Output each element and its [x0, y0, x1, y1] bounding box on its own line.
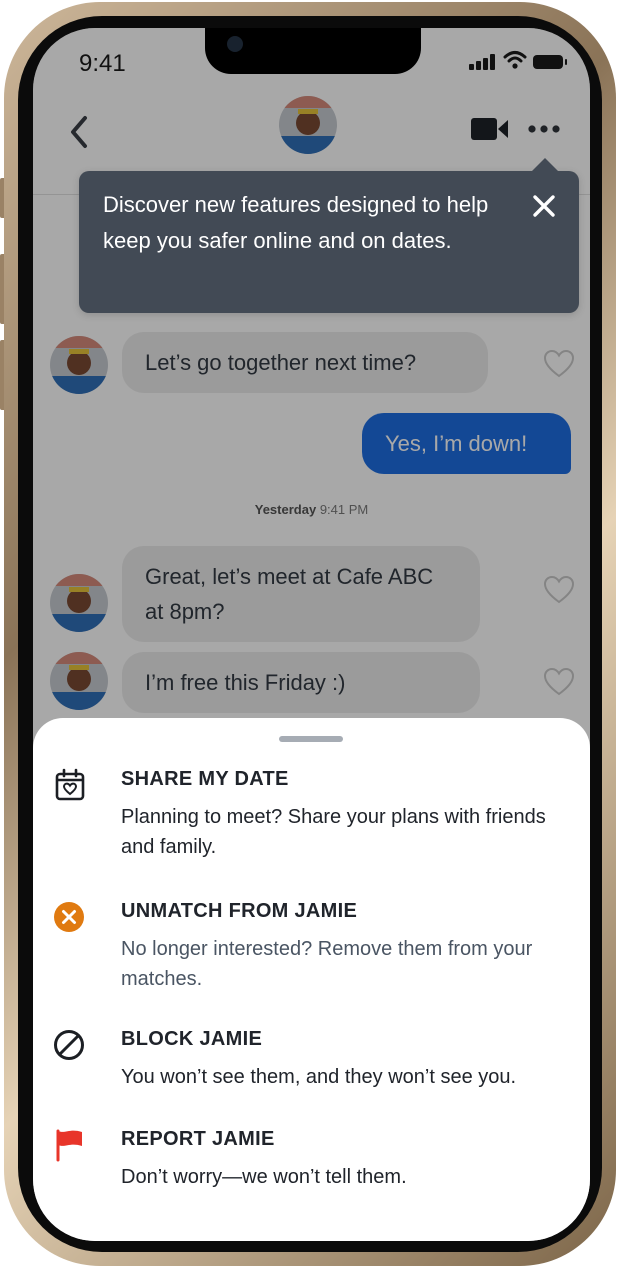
- option-title: REPORT JAMIE: [121, 1128, 275, 1150]
- status-bar: 9:41: [33, 28, 590, 88]
- safety-action-sheet: SHARE MY DATE Planning to meet? Share yo…: [33, 718, 590, 1241]
- option-title: SHARE MY DATE: [121, 768, 289, 790]
- option-title: UNMATCH FROM JAMIE: [121, 900, 358, 922]
- tooltip-text: Discover new features designed to help k…: [103, 192, 489, 253]
- close-icon[interactable]: [531, 193, 557, 219]
- wifi-icon: [503, 51, 527, 69]
- battery-icon: [533, 55, 567, 69]
- status-time: 9:41: [79, 50, 126, 77]
- block-icon: [54, 1030, 84, 1060]
- option-description: Planning to meet? Share your plans with …: [121, 806, 546, 858]
- option-description: No longer interested? Remove them from y…: [121, 938, 533, 990]
- safety-tooltip: Discover new features designed to help k…: [79, 158, 579, 313]
- option-description: Don’t worry—we won’t tell them.: [121, 1166, 407, 1188]
- unmatch-x-icon: [54, 902, 84, 932]
- app-screen: 9:41 Let’s go together next time? Yes, I…: [33, 28, 590, 1241]
- sheet-grabber[interactable]: [279, 736, 343, 742]
- cellular-signal-icon: [469, 54, 497, 70]
- option-description: You won’t see them, and they won’t see y…: [121, 1066, 517, 1088]
- calendar-heart-icon: [55, 768, 85, 801]
- flag-icon: [56, 1129, 82, 1162]
- option-title: BLOCK JAMIE: [121, 1028, 263, 1050]
